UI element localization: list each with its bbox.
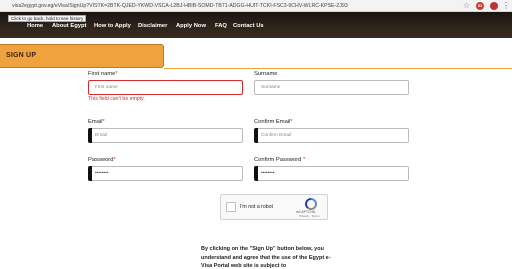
first-name-placeholder: First name xyxy=(95,85,118,90)
nav-home[interactable]: Home xyxy=(27,23,43,29)
recaptcha-terms[interactable]: Privacy - Terms xyxy=(299,214,320,218)
first-name-error: This field can't be empty. xyxy=(88,96,145,102)
nav-how-to-apply[interactable]: How to Apply xyxy=(94,23,131,29)
recaptcha-logo-icon xyxy=(305,198,317,210)
kebab-menu-icon[interactable]: ⋮ xyxy=(502,0,510,12)
browser-address-bar[interactable]: visa2egypt.gov.eg/eVisa/SignUp?VISTK=2BT… xyxy=(0,0,512,12)
confirm-password-value: •••••••• xyxy=(261,171,275,176)
confirm-password-field[interactable]: •••••••• xyxy=(254,166,409,181)
nav-apply-now[interactable]: Apply Now xyxy=(176,23,206,29)
page-title: SIGN UP xyxy=(6,52,37,59)
confirm-email-placeholder: Confirm Email xyxy=(261,133,292,138)
password-field[interactable]: •••••••• xyxy=(88,166,243,181)
extension-icon[interactable]: ID xyxy=(476,2,484,10)
back-button-tooltip: Click to go back, hold to see history xyxy=(8,15,87,22)
surname-label: Surname xyxy=(254,71,278,77)
first-name-field[interactable]: First name xyxy=(88,80,243,95)
captcha-label: I'm not a robot xyxy=(240,204,273,210)
url-text[interactable]: visa2egypt.gov.eg/eVisa/SignUp?VISTK=2BT… xyxy=(12,1,348,11)
profile-avatar-icon[interactable] xyxy=(490,2,498,10)
password-label: Password* xyxy=(88,157,116,163)
nav-disclaimer[interactable]: Disclaimer xyxy=(138,23,167,29)
signup-header-tab: SIGN UP xyxy=(0,44,164,68)
password-value: •••••••• xyxy=(95,171,109,176)
captcha-checkbox[interactable] xyxy=(226,202,236,212)
confirm-email-field[interactable]: Confirm Email xyxy=(254,128,409,143)
first-name-label: First name* xyxy=(88,71,118,77)
recaptcha-widget: I'm not a robot reCAPTCHA Privacy - Term… xyxy=(220,194,328,220)
surname-placeholder: Surname xyxy=(261,85,281,90)
star-icon[interactable]: ☆ xyxy=(463,0,470,12)
nav-contact-us[interactable]: Contact Us xyxy=(233,23,264,29)
email-placeholder: Email xyxy=(95,133,107,138)
confirm-password-label: Confirm Password * xyxy=(254,157,306,163)
email-label: Email* xyxy=(88,119,105,125)
nav-faq[interactable]: FAQ xyxy=(215,23,227,29)
email-field[interactable]: Email xyxy=(88,128,243,143)
surname-field[interactable]: Surname xyxy=(254,80,409,95)
nav-about-egypt[interactable]: About Egypt xyxy=(52,23,86,29)
confirm-email-label: Confirm Email* xyxy=(254,119,293,125)
header-divider xyxy=(164,68,512,69)
agreement-text: By clicking on the "Sign Up" button belo… xyxy=(201,246,331,269)
